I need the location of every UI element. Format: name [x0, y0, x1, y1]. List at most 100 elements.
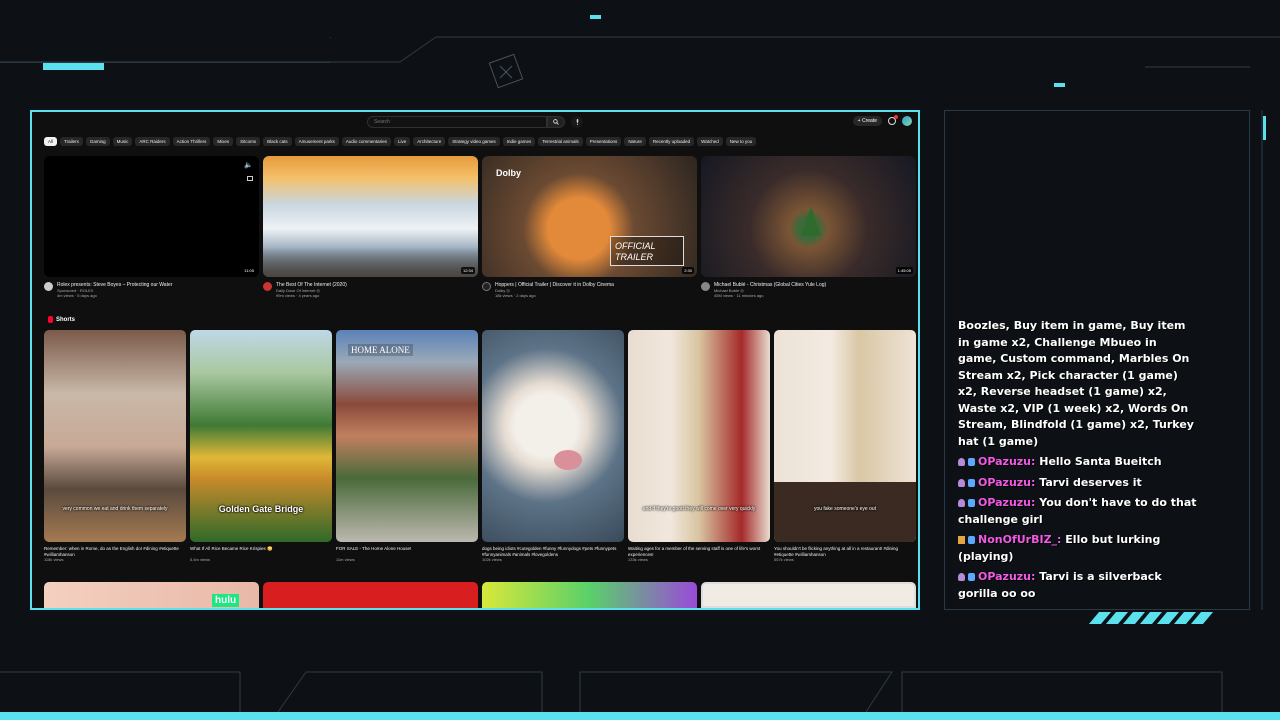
chip[interactable]: New to you	[725, 137, 757, 146]
accent-bar	[43, 63, 104, 70]
short-thumbnail[interactable]: HOME ALONE	[336, 330, 478, 542]
short-caption: HOME ALONE	[348, 344, 413, 356]
video-thumbnail[interactable]: 🔈 11:05	[44, 156, 259, 277]
chip[interactable]: Black cats	[263, 137, 292, 146]
video-card[interactable]: 🔈 11:05 Rolex presents: Steve Boyes – Pr…	[44, 156, 259, 298]
short-title[interactable]: FOR SALE - The Home Alone House!	[336, 546, 478, 557]
video-thumbnail[interactable]	[701, 582, 916, 608]
chip[interactable]: Music	[112, 137, 133, 146]
video-duration: 1:45:05	[895, 267, 913, 274]
video-stats: 99m views · 4 years ago	[276, 293, 320, 298]
short-title[interactable]: What If All Rice Became Rice Krispies 😳	[190, 546, 332, 557]
sub-badge-icon	[958, 478, 965, 487]
video-thumbnail[interactable]: Dolby OFFICIAL TRAILER 2:30	[482, 156, 697, 277]
channel-avatar[interactable]	[482, 282, 491, 291]
search-icon	[553, 119, 559, 125]
chip[interactable]: ARC Raiders	[135, 137, 170, 146]
mod-badge-icon	[968, 458, 975, 466]
chip[interactable]: Watched	[697, 137, 723, 146]
chat-text: Tarvi deserves it	[1039, 475, 1142, 489]
chip[interactable]: Architecture	[413, 137, 446, 146]
chip[interactable]: Sitcoms	[236, 137, 261, 146]
search-input[interactable]: Search	[367, 116, 547, 128]
short-title[interactable]: Remember: when in Rome, do as the Englis…	[44, 546, 186, 557]
avatar[interactable]	[902, 116, 912, 126]
chip[interactable]: All	[44, 137, 58, 146]
chip[interactable]: Nature	[624, 137, 646, 146]
notifications-icon[interactable]	[888, 115, 898, 125]
video-card[interactable]: 12:34 The Best Of The Internet (2020) Da…	[263, 156, 478, 298]
short-card[interactable]: dogs being idiots #cutegolden #funny #fu…	[482, 330, 624, 562]
chat-username[interactable]: OPazuzu:	[978, 570, 1035, 583]
video-thumbnail[interactable]: 1:45:05	[701, 156, 916, 277]
create-label: Create	[861, 118, 877, 124]
video-meta: Michael Bublé - Christmas (Global Cities…	[701, 282, 916, 298]
chat-username[interactable]: NonOfUrBIZ_:	[978, 533, 1061, 546]
chat-username[interactable]: OPazuzu:	[978, 476, 1035, 489]
video-duration: 12:34	[460, 267, 475, 274]
video-thumbnail[interactable]	[263, 582, 478, 608]
video-thumbnail[interactable]: hulu	[44, 582, 259, 608]
mic-button[interactable]	[571, 116, 583, 128]
short-views: 133k views	[628, 557, 648, 562]
short-thumbnail[interactable]	[482, 330, 624, 542]
short-title[interactable]: Waiting ages for a member of the serving…	[628, 546, 770, 557]
accent-dot	[590, 15, 601, 19]
chip[interactable]: Indie games	[502, 137, 536, 146]
chip[interactable]: Live	[393, 137, 411, 146]
channel-avatar[interactable]	[44, 282, 53, 291]
short-thumbnail[interactable]: you fake someone's eye out	[774, 330, 916, 542]
sub-badge-icon	[958, 573, 965, 581]
video-meta: Rolex presents: Steve Boyes – Protecting…	[44, 282, 259, 298]
short-thumbnail[interactable]: very common we eat and drink them separa…	[44, 330, 186, 542]
short-views: 102k views	[482, 557, 502, 562]
channel-avatar[interactable]	[701, 282, 710, 291]
sub-badge-icon	[958, 499, 965, 507]
chat-text: Hello Santa Bueitch	[1039, 455, 1162, 468]
chip[interactable]: Trailers	[60, 137, 83, 146]
short-title[interactable]: You shouldn't be flicking anything at al…	[774, 546, 916, 557]
chip[interactable]: Strategy video games	[448, 137, 500, 146]
accent-dot	[1054, 83, 1065, 87]
video-thumbnail[interactable]	[482, 582, 697, 608]
dolby-logo: Dolby	[496, 168, 522, 178]
chip[interactable]: Audio commentaries	[341, 137, 391, 146]
short-card[interactable]: HOME ALONE FOR SALE - The Home Alone Hou…	[336, 330, 478, 562]
short-thumbnail[interactable]: Golden Gate Bridge	[190, 330, 332, 542]
chat-username[interactable]: OPazuzu:	[978, 496, 1035, 509]
shorts-icon	[48, 316, 53, 323]
captions-icon[interactable]	[247, 176, 253, 181]
chat-message: NonOfUrBIZ_: Ello but lurking (playing)	[958, 532, 1198, 565]
search-button[interactable]	[547, 116, 565, 128]
chip[interactable]: Mixes	[213, 137, 234, 146]
channel-avatar[interactable]	[263, 282, 272, 291]
mod-badge-icon	[968, 573, 975, 581]
create-button[interactable]: + Create	[852, 116, 882, 126]
stream-overlay: Search + Create All Trailers Gaming Music AR…	[0, 0, 1280, 720]
accent-bar	[1263, 116, 1266, 140]
chip[interactable]: Action Thrillers	[172, 137, 211, 146]
chip[interactable]: Presentations	[585, 137, 622, 146]
short-card[interactable]: you fake someone's eye out You shouldn't…	[774, 330, 916, 562]
chip[interactable]: Recently uploaded	[648, 137, 695, 146]
video-thumbnail[interactable]: 12:34	[263, 156, 478, 277]
short-thumbnail[interactable]: and if they're good they will come over …	[628, 330, 770, 542]
chat-username[interactable]: OPazuzu:	[978, 455, 1035, 468]
chip[interactable]: Gaming	[85, 137, 110, 146]
short-caption: very common we eat and drink them separa…	[62, 506, 168, 512]
chat-redeem-list: Boozles, Buy item in game, Buy item in g…	[958, 319, 1194, 448]
volume-icon[interactable]: 🔈	[244, 161, 253, 169]
short-views: 118k views	[44, 557, 64, 562]
short-card[interactable]: Golden Gate Bridge What If All Rice Beca…	[190, 330, 332, 562]
video-title[interactable]: Hoppers | Official Trailer | Discover it…	[495, 282, 614, 288]
video-row: hulu	[44, 582, 916, 608]
short-card[interactable]: very common we eat and drink them separa…	[44, 330, 186, 562]
video-card[interactable]: Dolby OFFICIAL TRAILER 2:30 Hoppers | Of…	[482, 156, 697, 298]
video-stats: 4m views · 5 days ago	[57, 293, 97, 298]
short-card[interactable]: and if they're good they will come over …	[628, 330, 770, 562]
short-title[interactable]: dogs being idiots #cutegolden #funny #fu…	[482, 546, 624, 557]
chip[interactable]: Terrestrial animals	[538, 137, 583, 146]
shorts-heading-text: Shorts	[56, 316, 76, 323]
chip[interactable]: Amusement parks	[294, 137, 339, 146]
video-card[interactable]: 1:45:05 Michael Bublé - Christmas (Globa…	[701, 156, 916, 298]
